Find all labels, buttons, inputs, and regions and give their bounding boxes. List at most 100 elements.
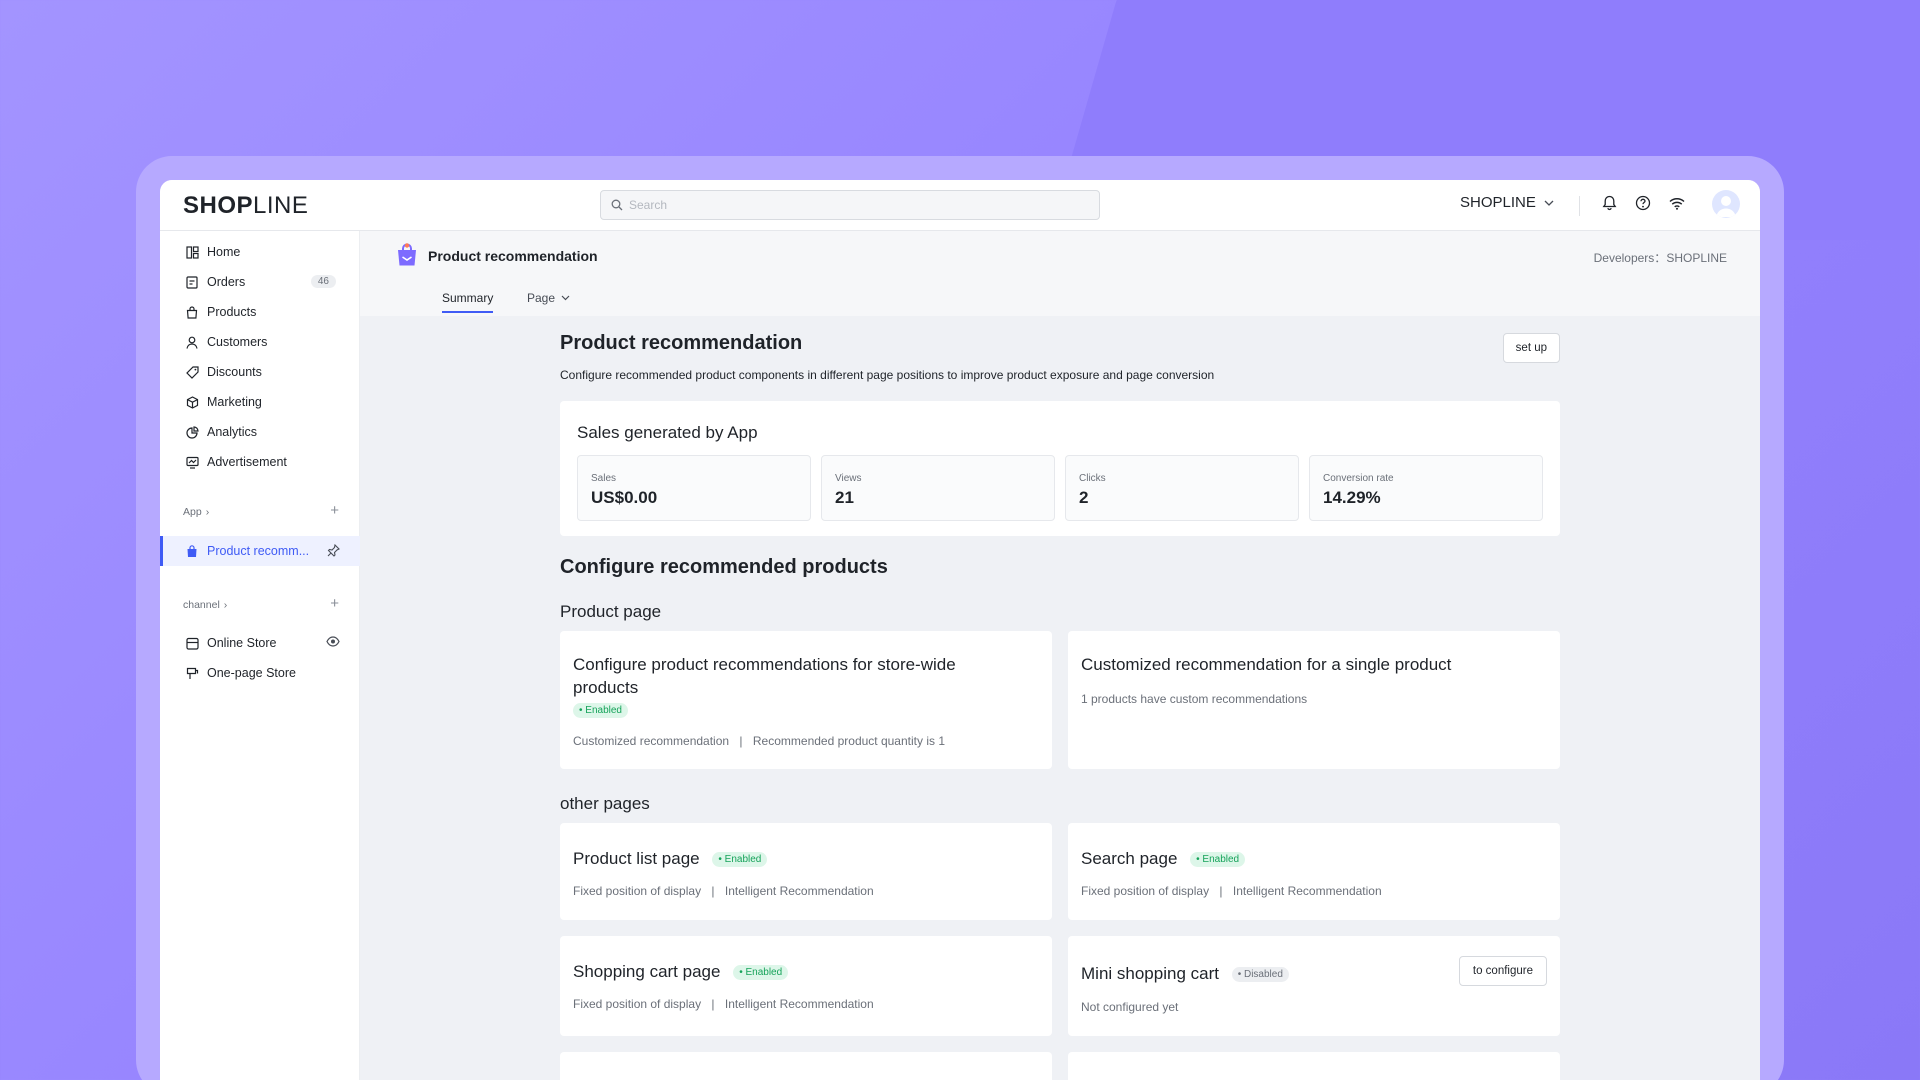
stat-clicks: Clicks 2 xyxy=(1065,455,1299,521)
stat-value: 14.29% xyxy=(1323,488,1381,507)
detail-right: Recommended product quantity is 1 xyxy=(752,734,945,748)
detail-separator: | xyxy=(1219,884,1223,898)
wifi-icon[interactable] xyxy=(1668,194,1686,212)
sidebar-item-customers[interactable]: Customers xyxy=(160,327,360,357)
card-placeholder xyxy=(560,1052,1052,1080)
detail-right: Intelligent Recommendation xyxy=(724,884,874,898)
sidebar-item-label: Online Store xyxy=(207,636,277,650)
sidebar-item-label: Products xyxy=(207,305,257,319)
sidebar-item-home[interactable]: Home xyxy=(160,237,360,267)
card-detail: Fixed position of display | Intelligent … xyxy=(573,997,874,1011)
storewide-recommendation-card[interactable]: Configure product recommendations for st… xyxy=(560,631,1052,769)
status-text: Disabled xyxy=(1243,969,1283,981)
card-title: Mini shopping cart • Disabled xyxy=(1081,962,1289,985)
bag-icon xyxy=(185,305,199,319)
card-title: Configure product recommendations for st… xyxy=(573,653,956,699)
sidebar-item-label: Product recomm... xyxy=(207,544,310,558)
chevron-down-icon xyxy=(1544,200,1554,206)
person-icon xyxy=(185,335,199,349)
shopping-cart-page-card[interactable]: Shopping cart page • Enabled Fixed posit… xyxy=(560,936,1052,1036)
chevron-right-icon: › xyxy=(223,599,228,611)
pie-chart-icon xyxy=(185,425,199,439)
sidebar-item-label: Analytics xyxy=(207,425,258,439)
page-header: Product recommendation Developers：SHOPLI… xyxy=(360,231,1760,316)
detail-right: Intelligent Recommendation xyxy=(1232,884,1382,898)
developer-label: Developers： xyxy=(1593,251,1667,265)
card-detail: Not configured yet xyxy=(1081,1000,1179,1014)
status-text: Enabled xyxy=(745,967,783,979)
app-section-label: App xyxy=(183,506,202,518)
status-badge: • Enabled xyxy=(733,965,789,981)
sidebar-item-advertisement[interactable]: Advertisement xyxy=(160,447,360,477)
sidebar-item-products[interactable]: Products xyxy=(160,297,360,327)
status-badge: • Disabled xyxy=(1231,967,1289,983)
monitor-icon xyxy=(185,455,199,469)
divider xyxy=(1579,196,1580,216)
sidebar-item-marketing[interactable]: Marketing xyxy=(160,387,360,417)
card-title: Shopping cart page • Enabled xyxy=(573,960,789,983)
stat-value: 2 xyxy=(1079,488,1089,507)
sidebar-item-analytics[interactable]: Analytics xyxy=(160,417,360,447)
top-bar: SHOPLINE SHOPLINE xyxy=(160,180,1760,231)
sidebar-item-label: Orders xyxy=(207,275,246,289)
status-wrapper: • Enabled xyxy=(565,702,628,720)
help-icon[interactable] xyxy=(1634,194,1652,212)
single-product-recommendation-card[interactable]: Customized recommendation for a single p… xyxy=(1068,631,1560,769)
search-page-card[interactable]: Search page • Enabled Fixed position of … xyxy=(1068,823,1560,920)
sidebar-item-product-recommendation[interactable]: Product recomm... xyxy=(160,536,360,566)
store-switcher[interactable]: SHOPLINE xyxy=(1460,194,1554,211)
tab-summary[interactable]: Summary xyxy=(442,291,493,305)
store-name: SHOPLINE xyxy=(1460,194,1536,211)
tag-icon xyxy=(185,365,199,379)
channel-section-toggle[interactable]: channel › xyxy=(183,599,227,611)
detail-separator: | xyxy=(711,997,715,1011)
sales-title: Sales generated by App xyxy=(577,423,758,442)
logo-part2: LINE xyxy=(253,192,309,219)
sidebar-item-online-store[interactable]: Online Store xyxy=(160,628,360,658)
stat-label: Sales xyxy=(591,473,617,484)
channel-section-label: channel xyxy=(183,599,220,611)
search-input[interactable] xyxy=(629,198,1069,212)
tab-page[interactable]: Page xyxy=(527,291,570,305)
stat-label: Clicks xyxy=(1079,473,1106,484)
add-channel-button[interactable]: + xyxy=(330,596,339,611)
setup-button[interactable]: set up xyxy=(1502,333,1560,363)
mini-shopping-cart-card[interactable]: Mini shopping cart • Disabled Not config… xyxy=(1068,936,1560,1036)
detail-right: Intelligent Recommendation xyxy=(724,997,874,1011)
orders-count-badge: 46 xyxy=(310,275,336,288)
developer-name[interactable]: SHOPLINE xyxy=(1666,251,1727,265)
product-list-page-card[interactable]: Product list page • Enabled Fixed positi… xyxy=(560,823,1052,920)
card-title: Customized recommendation for a single p… xyxy=(1081,655,1452,674)
status-badge: • Enabled xyxy=(1190,852,1246,868)
pin-icon[interactable] xyxy=(327,543,340,560)
main-title: Product recommendation xyxy=(560,332,803,354)
detail-left: Fixed position of display xyxy=(573,884,702,898)
search-icon xyxy=(611,199,623,211)
to-configure-button[interactable]: to configure xyxy=(1458,956,1547,986)
sidebar-item-label: Customers xyxy=(207,335,268,349)
cube-icon xyxy=(185,395,199,409)
stat-label: Views xyxy=(835,473,862,484)
product-recommendation-app-icon xyxy=(398,243,416,266)
add-app-button[interactable]: + xyxy=(330,503,339,518)
bell-icon[interactable] xyxy=(1600,194,1618,212)
card-title-text: Shopping cart page xyxy=(573,962,721,981)
eye-icon[interactable] xyxy=(326,636,340,650)
sidebar-item-orders[interactable]: Orders 46 xyxy=(160,267,360,297)
card-detail: 1 products have custom recommendations xyxy=(1081,692,1308,706)
shopline-logo[interactable]: SHOPLINE xyxy=(183,192,308,220)
search-box[interactable] xyxy=(600,190,1100,220)
sidebar-item-one-page-store[interactable]: One-page Store xyxy=(160,658,360,688)
avatar[interactable] xyxy=(1712,190,1740,218)
app-section-toggle[interactable]: App › xyxy=(183,506,209,518)
store-icon xyxy=(185,636,199,650)
app-icon xyxy=(185,544,199,558)
sidebar-item-discounts[interactable]: Discounts xyxy=(160,357,360,387)
stat-sales: Sales US$0.00 xyxy=(577,455,811,521)
status-badge: • Enabled xyxy=(573,703,628,719)
product-page-title: Product page xyxy=(560,602,662,621)
chevron-right-icon: › xyxy=(205,506,210,518)
developer-info: Developers：SHOPLINE xyxy=(1594,249,1727,266)
detail-left: Customized recommendation xyxy=(573,734,730,748)
active-indicator xyxy=(160,536,163,566)
